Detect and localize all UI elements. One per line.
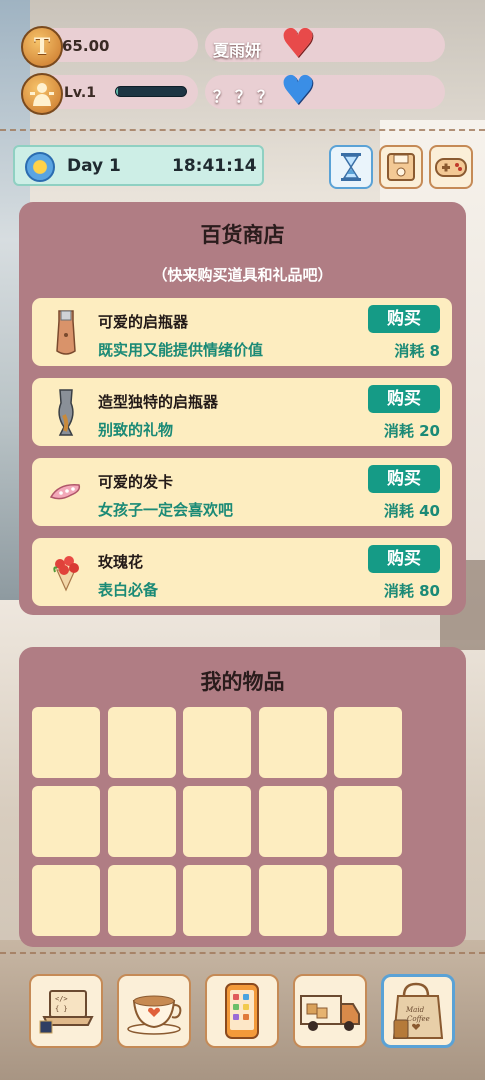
item-name: 玫瑰花: [98, 553, 144, 571]
buy-button[interactable]: 购买: [368, 385, 440, 413]
inventory-slot[interactable]: [32, 786, 100, 857]
divider-top: [0, 129, 485, 131]
moving-truck-icon: [300, 995, 360, 1031]
rose-bouquet-icon: [44, 546, 88, 598]
item-desc: 女孩子一定会喜欢吧: [98, 501, 234, 519]
shop-item: 可爱的发卡 女孩子一定会喜欢吧 购买 消耗 40: [32, 458, 452, 526]
inventory-slot[interactable]: [258, 786, 327, 857]
inventory-slot[interactable]: [258, 707, 327, 778]
hair-clip-icon: [44, 466, 88, 518]
svg-text:Coffee: Coffee: [407, 1015, 430, 1023]
inventory-panel: 我的物品: [19, 647, 466, 947]
inventory-slot[interactable]: [334, 865, 402, 936]
inventory-slot[interactable]: [183, 707, 251, 778]
affinity-heart-icon-2[interactable]: ♥: [280, 71, 316, 111]
shop-item: 可爱的启瓶器 既实用又能提供情绪价值 购买 消耗 8: [32, 298, 452, 366]
phone-nav-button[interactable]: [205, 974, 279, 1048]
inventory-slot[interactable]: [334, 786, 402, 857]
item-desc: 别致的礼物: [98, 421, 174, 439]
item-desc: 既实用又能提供情绪价值: [98, 341, 264, 359]
svg-text:Maid: Maid: [405, 1006, 425, 1014]
shop-item: 造型独特的启瓶器 别致的礼物 购买 消耗 20: [32, 378, 452, 446]
shopping-bag-icon: MaidCoffee: [392, 982, 444, 1039]
item-cost: 消耗 80: [383, 582, 440, 600]
item-name: 可爱的发卡: [98, 473, 174, 491]
inventory-slot[interactable]: [107, 707, 176, 778]
inventory-slot[interactable]: [32, 707, 100, 778]
coffee-cup-icon: [127, 995, 182, 1035]
npc-name-2: ？？？: [213, 87, 280, 106]
buy-button[interactable]: 购买: [368, 465, 440, 493]
inventory-slot[interactable]: [334, 707, 402, 778]
shop-title: 百货商店: [200, 223, 285, 247]
divider-bottom: [0, 952, 485, 954]
svg-text:</>: </>: [55, 995, 68, 1003]
laptop-code-icon: </> { }: [39, 990, 94, 1034]
inventory-slot[interactable]: [107, 865, 176, 936]
work-nav-button[interactable]: </> { }: [29, 974, 103, 1048]
shop-panel: 百货商店 （快来购买道具和礼品吧） 可爱的启瓶器 既实用又能提供情绪价值 购买 …: [19, 202, 466, 615]
day-time-bar: Day 1 18:41:14: [13, 145, 264, 186]
save-button[interactable]: [379, 145, 423, 189]
level-label: Lv.1: [64, 85, 96, 101]
xp-bar: [115, 86, 187, 97]
item-desc: 表白必备: [98, 581, 159, 599]
buy-button[interactable]: 购买: [368, 305, 440, 333]
bottle-opener-icon: [44, 306, 88, 358]
svg-text:{ }: { }: [55, 1005, 68, 1013]
item-cost: 消耗 20: [383, 422, 440, 440]
hourglass-icon: [341, 153, 361, 181]
shop-item: 玫瑰花 表白必备 购买 消耗 80: [32, 538, 452, 606]
game-menu-button[interactable]: [429, 145, 473, 189]
day-label: Day 1: [67, 156, 121, 176]
xp-bar-fill: [116, 87, 119, 96]
money-value: 65.00: [62, 37, 110, 55]
shop-subtitle: （快来购买道具和礼品吧）: [152, 266, 333, 284]
inventory-slot[interactable]: [258, 865, 327, 936]
item-name: 造型独特的启瓶器: [98, 393, 219, 411]
save-icon: [387, 153, 415, 181]
inventory-slot[interactable]: [107, 786, 176, 857]
sun-icon: [25, 152, 55, 182]
time-skip-button[interactable]: [329, 145, 373, 189]
cafe-nav-button[interactable]: [117, 974, 191, 1048]
shop-nav-button[interactable]: Maid Coffee: [381, 974, 455, 1048]
moving-nav-button[interactable]: [293, 974, 367, 1048]
buy-button[interactable]: 购买: [368, 545, 440, 573]
item-name: 可爱的启瓶器: [98, 313, 189, 331]
inventory-slot[interactable]: [183, 865, 251, 936]
phone-icon: [225, 983, 259, 1039]
gamepad-icon: [435, 158, 467, 177]
affinity-heart-icon[interactable]: ♥: [280, 24, 316, 64]
inventory-title: 我的物品: [200, 670, 285, 694]
inventory-slot[interactable]: [32, 865, 100, 936]
fish-bottle-opener-icon: [44, 386, 88, 438]
player-avatar-icon[interactable]: [21, 73, 63, 115]
clock-label: 18:41:14: [172, 156, 257, 176]
npc-name-1: 夏雨妍: [213, 41, 262, 60]
item-cost: 消耗 40: [383, 502, 440, 520]
coin-icon: T: [21, 26, 63, 68]
inventory-slot[interactable]: [183, 786, 251, 857]
item-cost: 消耗 8: [394, 342, 440, 360]
